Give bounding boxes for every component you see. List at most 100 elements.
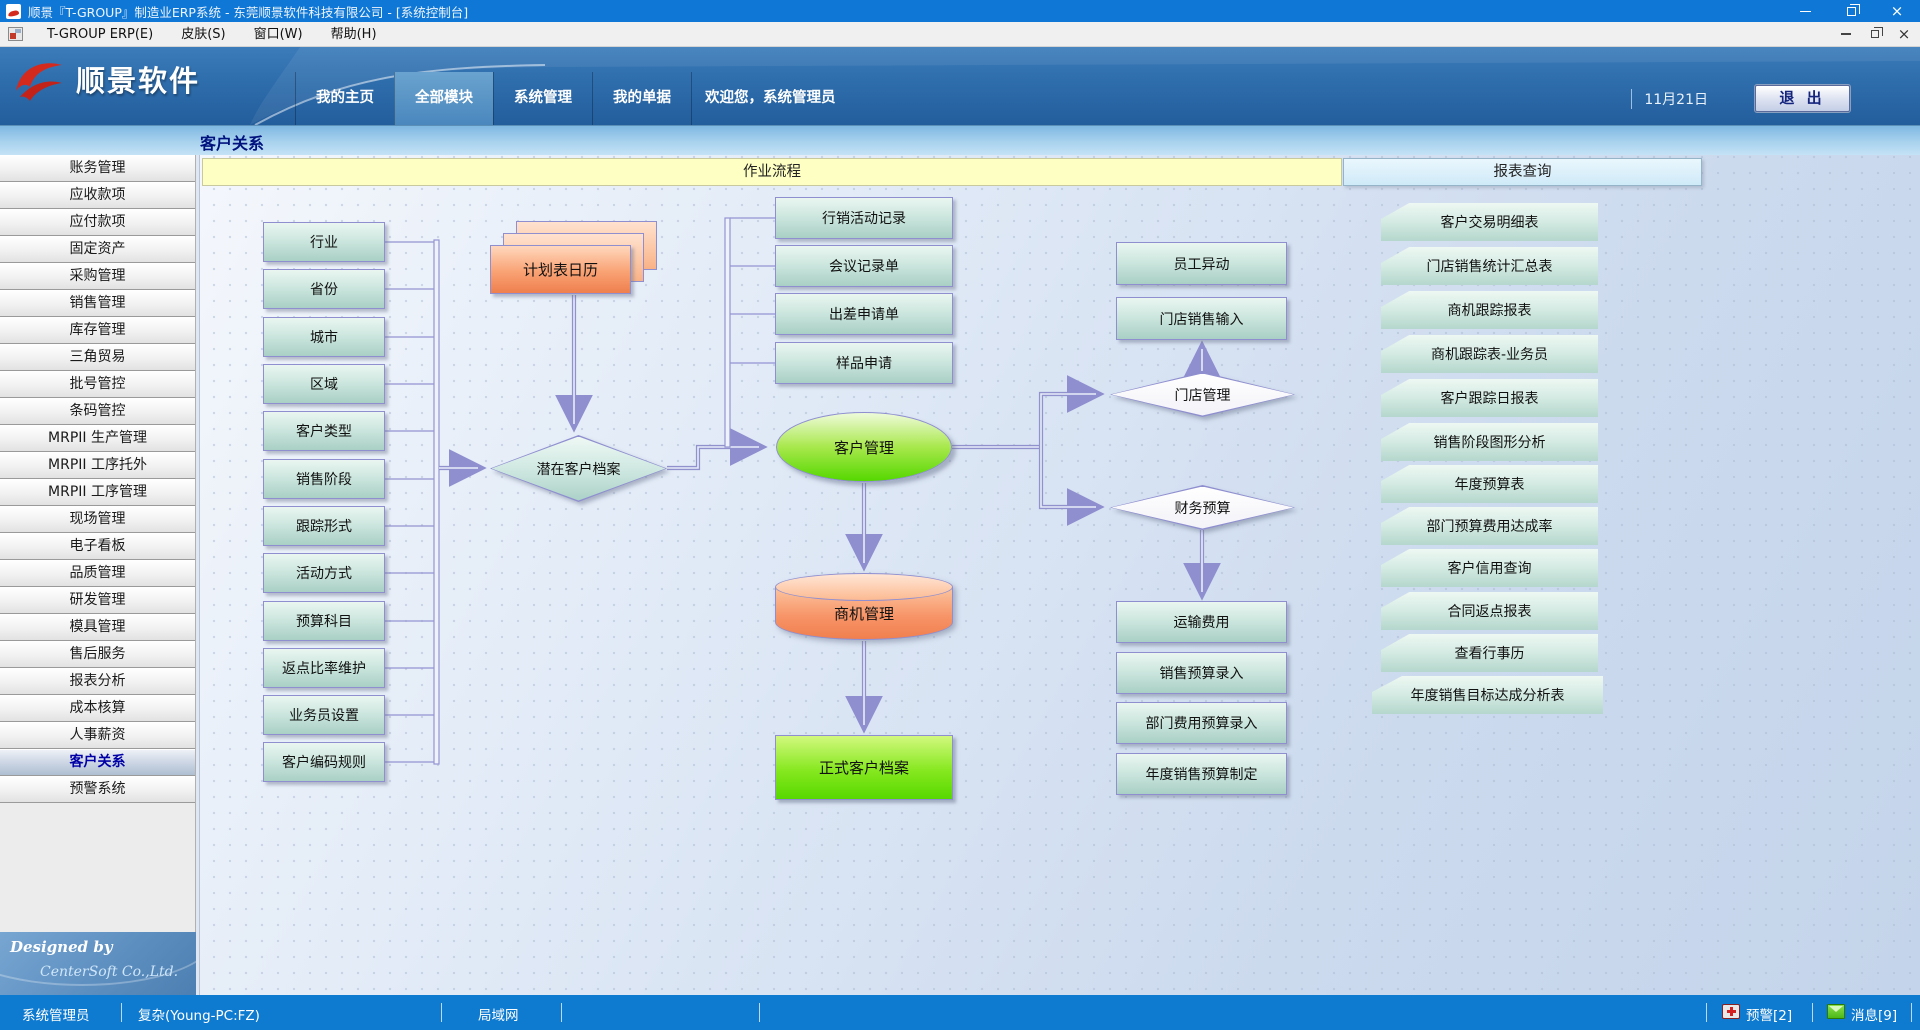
status-message[interactable]: 消息[9] [1851,1004,1897,1024]
flow-node-formal-customer-file[interactable]: 正式客户档案 [775,735,953,800]
exit-button[interactable]: 退 出 [1755,85,1850,112]
module-title: 客户关系 [200,130,264,154]
mdi-restore-button[interactable] [1862,23,1888,45]
restore-button[interactable] [1828,0,1874,22]
report-customer-tracking-daily[interactable]: 客户跟踪日报表 [1381,379,1598,417]
sidebar-item-barcode[interactable]: 条码管控 [0,398,195,425]
sidebar-item-mrp2-outsourcing[interactable]: MRPII 工序托外 [0,452,195,479]
menu-window[interactable]: 窗口(W) [240,22,317,47]
flow-node-potential-customer[interactable]: 潜在客户档案 [490,435,667,502]
flow-node-employee-transfer[interactable]: 员工异动 [1116,242,1287,285]
flow-node-customer-type[interactable]: 客户类型 [263,411,385,451]
sidebar-item-inventory[interactable]: 库存管理 [0,317,195,344]
flow-node-sample-request[interactable]: 样品申请 [775,342,953,384]
sidebar-item-customer-relations[interactable]: 客户关系 [0,749,195,776]
report-opportunity-tracking[interactable]: 商机跟踪报表 [1381,291,1598,329]
workflow-banner: 作业流程 [202,158,1342,186]
flow-node-tracking-form[interactable]: 跟踪形式 [263,506,385,546]
sidebar-item-fixed-assets[interactable]: 固定资产 [0,236,195,263]
header-swoosh-decoration [0,47,1920,125]
report-annual-sales-target-analysis[interactable]: 年度销售目标达成分析表 [1372,676,1603,714]
flow-node-opportunity-management[interactable]: 商机管理 [775,573,953,640]
flow-node-city[interactable]: 城市 [263,317,385,357]
sidebar-item-rnd[interactable]: 研发管理 [0,587,195,614]
flow-node-dept-expense-budget-entry[interactable]: 部门费用预算录入 [1116,702,1287,744]
sidebar-item-aftersales[interactable]: 售后服务 [0,641,195,668]
flow-node-budget-subject[interactable]: 预算科目 [263,601,385,641]
flow-node-industry[interactable]: 行业 [263,222,385,262]
flow-node-region[interactable]: 区域 [263,364,385,404]
sidebar-item-shopfloor[interactable]: 现场管理 [0,506,195,533]
flow-node-salesman-setup[interactable]: 业务员设置 [263,695,385,735]
sidebar-item-quality[interactable]: 品质管理 [0,560,195,587]
tab-system-admin[interactable]: 系统管理 [493,72,592,125]
flow-node-customer-code-rule[interactable]: 客户编码规则 [263,742,385,782]
flow-node-marketing-activity[interactable]: 行销活动记录 [775,197,953,239]
nav-tabs: 我的主页 全部模块 系统管理 我的单据 [295,72,692,125]
flow-node-meeting-record[interactable]: 会议记录单 [775,245,953,287]
logo-text: 顺景软件 [76,58,200,100]
sidebar-item-mrp2-process[interactable]: MRPII 工序管理 [0,479,195,506]
sidebar-item-mold[interactable]: 模具管理 [0,614,195,641]
app-icon [6,4,21,19]
message-icon[interactable] [1827,1004,1845,1019]
status-alert[interactable]: 预警[2] [1746,1004,1792,1024]
flow-node-annual-sales-budget[interactable]: 年度销售预算制定 [1116,753,1287,795]
flow-node-sales-stage[interactable]: 销售阶段 [263,459,385,499]
sidebar-item-purchasing[interactable]: 采购管理 [0,263,195,290]
menu-skin[interactable]: 皮肤(S) [167,22,239,47]
welcome-text: 欢迎您，系统管理员 [705,72,836,125]
menu-tgroup-erp[interactable]: T-GROUP ERP(E) [33,22,167,47]
flow-node-transport-cost[interactable]: 运输费用 [1116,601,1287,643]
title-bar: 顺景『T-GROUP』制造业ERP系统 - 东莞顺景软件科技有限公司 - [系统… [0,0,1920,22]
status-machine: 复杂(Young-PC:FZ) [138,1004,260,1024]
report-store-sales-summary[interactable]: 门店销售统计汇总表 [1381,247,1598,285]
sidebar-item-alert-system[interactable]: 预警系统 [0,776,195,803]
sidebar-item-mrp2-production[interactable]: MRPII 生产管理 [0,425,195,452]
flow-node-store-sales-input[interactable]: 门店销售输入 [1116,297,1287,340]
flow-node-province[interactable]: 省份 [263,269,385,309]
tab-my-documents[interactable]: 我的单据 [592,72,692,125]
flow-node-activity-mode[interactable]: 活动方式 [263,553,385,593]
flow-node-schedule-calendar[interactable]: 计划表日历 [490,245,631,294]
menu-help[interactable]: 帮助(H) [317,22,391,47]
report-dept-budget-achievement[interactable]: 部门预算费用达成率 [1381,507,1598,545]
report-view-calendar[interactable]: 查看行事历 [1381,634,1598,672]
sidebar-item-receivables[interactable]: 应收款项 [0,182,195,209]
report-query-header: 报表查询 [1343,158,1702,186]
flow-node-store-management[interactable]: 门店管理 [1110,372,1295,417]
report-customer-transaction-detail[interactable]: 客户交易明细表 [1381,203,1598,241]
mdi-close-button[interactable]: × [1891,23,1917,45]
mdi-minimize-button[interactable] [1833,23,1859,45]
app-window: 顺景『T-GROUP』制造业ERP系统 - 东莞顺景软件科技有限公司 - [系统… [0,0,1920,1030]
flow-node-customer-management[interactable]: 客户管理 [776,412,952,482]
date-label: 11月21日 [1631,89,1708,109]
alert-icon[interactable] [1722,1004,1740,1019]
report-sales-stage-graph[interactable]: 销售阶段图形分析 [1381,423,1598,461]
minimize-button[interactable] [1782,0,1828,22]
tab-my-home[interactable]: 我的主页 [295,72,394,125]
report-contract-rebate[interactable]: 合同返点报表 [1381,592,1598,630]
flow-node-financial-budget[interactable]: 财务预算 [1110,485,1295,530]
flow-node-business-trip[interactable]: 出差申请单 [775,293,953,335]
sidebar-item-sales[interactable]: 销售管理 [0,290,195,317]
sidebar-item-payables[interactable]: 应付款项 [0,209,195,236]
sidebar-item-lot-control[interactable]: 批号管控 [0,371,195,398]
sidebar-item-hr-payroll[interactable]: 人事薪资 [0,722,195,749]
flow-node-rebate-rate[interactable]: 返点比率维护 [263,648,385,688]
sidebar-item-report-analysis[interactable]: 报表分析 [0,668,195,695]
report-opportunity-tracking-salesman[interactable]: 商机跟踪表-业务员 [1381,335,1598,373]
menu-bar: T-GROUP ERP(E) 皮肤(S) 窗口(W) 帮助(H) × [0,22,1920,47]
tab-all-modules[interactable]: 全部模块 [394,72,493,125]
status-user: 系统管理员 [22,1004,90,1024]
window-title: 顺景『T-GROUP』制造业ERP系统 - 东莞顺景软件科技有限公司 - [系统… [28,2,1782,21]
report-annual-budget[interactable]: 年度预算表 [1381,465,1598,503]
flow-node-sales-budget-entry[interactable]: 销售预算录入 [1116,652,1287,694]
close-button[interactable]: × [1874,0,1920,22]
workflow-canvas: 作业流程 报表查询 行业 省份 城市 区域 客户类型 销售阶段 跟踪形式 活动方… [200,155,1920,995]
sidebar-item-eboard[interactable]: 电子看板 [0,533,195,560]
sidebar-item-costing[interactable]: 成本核算 [0,695,195,722]
sidebar-item-accounting[interactable]: 账务管理 [0,155,195,182]
report-customer-credit-query[interactable]: 客户信用查询 [1381,549,1598,587]
sidebar-item-triangle-trade[interactable]: 三角贸易 [0,344,195,371]
